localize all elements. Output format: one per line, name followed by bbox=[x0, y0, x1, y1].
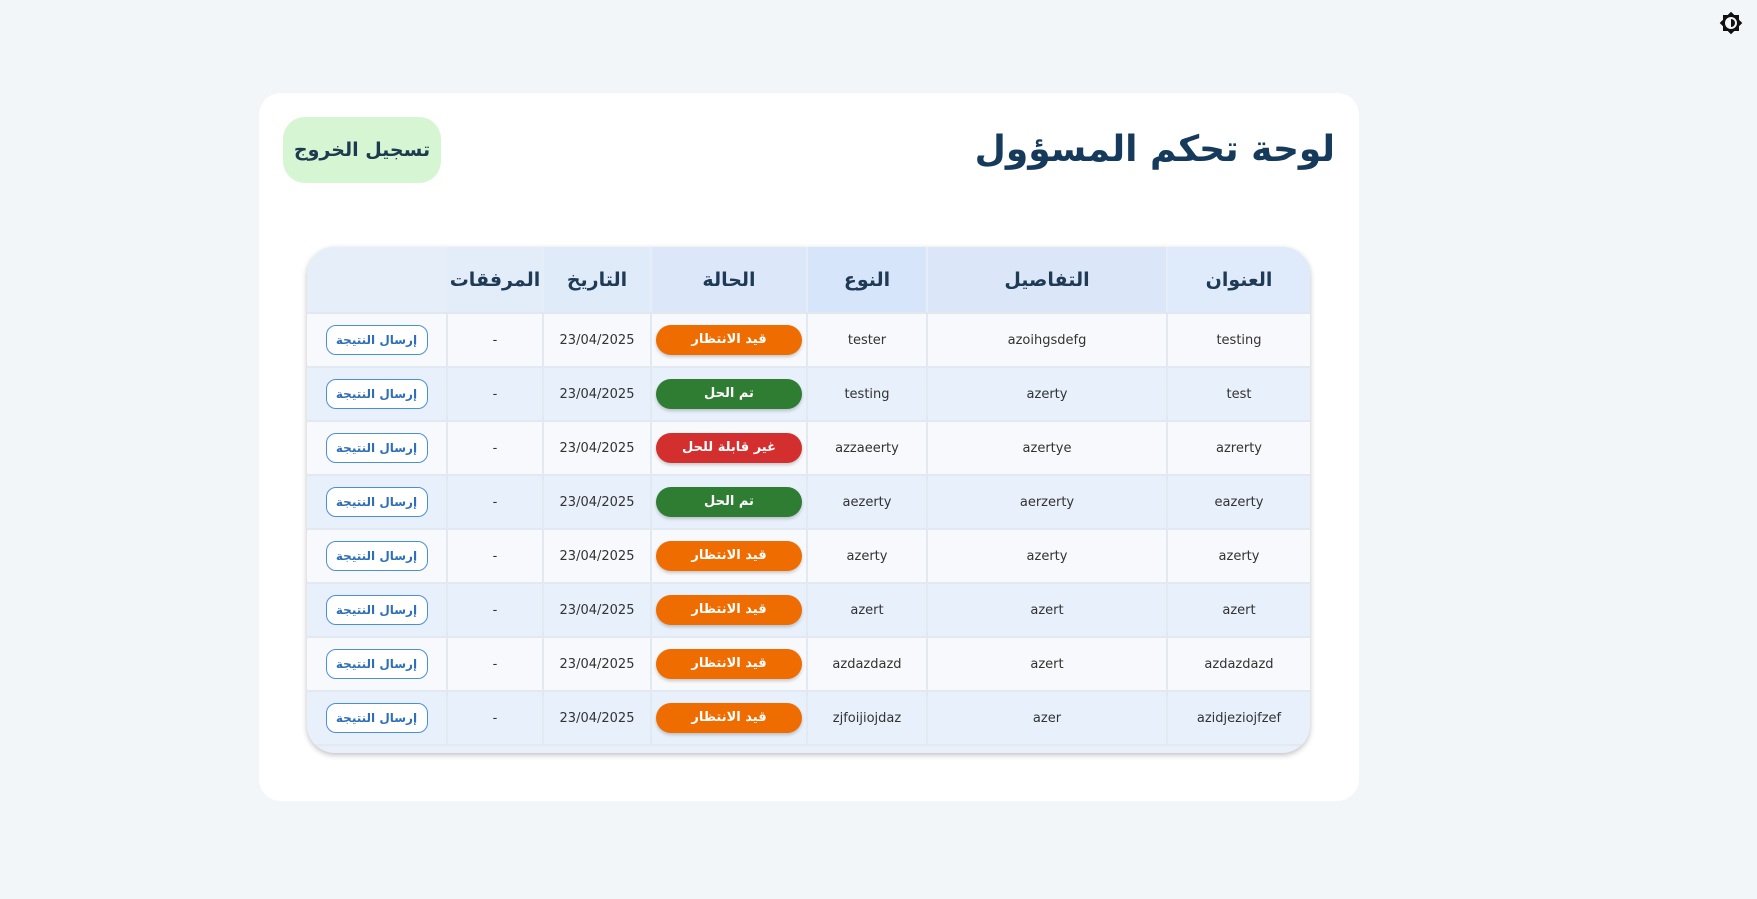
cell-action: إرسال النتيجة bbox=[307, 475, 447, 530]
table-row: testing azoihgsdefg tester قيد الانتظار … bbox=[307, 313, 1310, 368]
cell-status: قيد الانتظار bbox=[650, 583, 807, 638]
status-badge: قيد الانتظار bbox=[656, 325, 802, 355]
cell-attachments: - bbox=[446, 367, 543, 422]
theme-toggle-button[interactable] bbox=[1718, 10, 1744, 36]
cell-attachments: - bbox=[446, 691, 543, 746]
cell-details: azert bbox=[926, 637, 1167, 692]
cell-type: azert bbox=[806, 583, 927, 638]
table-row: azrerty azertye azzaeerty غير قابلة للحل… bbox=[307, 421, 1310, 476]
cell-details: azertye bbox=[926, 421, 1167, 476]
logout-button[interactable]: تسجيل الخروج bbox=[283, 117, 441, 183]
send-result-button[interactable]: إرسال النتيجة bbox=[325, 595, 428, 625]
cell-details: aerzerty bbox=[926, 475, 1167, 530]
cell-action: إرسال النتيجة bbox=[307, 583, 447, 638]
cell-details: azerty bbox=[926, 529, 1167, 584]
cell-title: test bbox=[1166, 367, 1310, 422]
table-body: testing azoihgsdefg tester قيد الانتظار … bbox=[307, 313, 1310, 746]
cell-title: azerty bbox=[1166, 529, 1310, 584]
cell-title: azert bbox=[1166, 583, 1310, 638]
brightness-icon bbox=[1719, 11, 1743, 35]
cell-action: إرسال النتيجة bbox=[307, 421, 447, 476]
status-badge: غير قابلة للحل bbox=[656, 433, 802, 463]
send-result-button[interactable]: إرسال النتيجة bbox=[325, 487, 428, 517]
table-row: eazerty aerzerty aezerty تم الحل 23/04/2… bbox=[307, 475, 1310, 530]
cell-date: 23/04/2025 bbox=[542, 691, 651, 746]
column-header-status: الحالة bbox=[650, 247, 807, 314]
cell-status: غير قابلة للحل bbox=[650, 421, 807, 476]
column-header-details: التفاصيل bbox=[926, 247, 1167, 314]
status-badge: قيد الانتظار bbox=[656, 595, 802, 625]
cell-title: testing bbox=[1166, 313, 1310, 368]
status-badge: تم الحل bbox=[656, 379, 802, 409]
cell-type: azerty bbox=[806, 529, 927, 584]
cell-action: إرسال النتيجة bbox=[307, 637, 447, 692]
status-badge: قيد الانتظار bbox=[656, 703, 802, 733]
cell-status: تم الحل bbox=[650, 367, 807, 422]
cell-attachments: - bbox=[446, 421, 543, 476]
status-badge: قيد الانتظار bbox=[656, 649, 802, 679]
cell-type: aezerty bbox=[806, 475, 927, 530]
cell-date: 23/04/2025 bbox=[542, 475, 651, 530]
cell-attachments: - bbox=[446, 583, 543, 638]
cell-action: إرسال النتيجة bbox=[307, 367, 447, 422]
column-header-attachments: المرفقات bbox=[446, 247, 543, 314]
cell-action: إرسال النتيجة bbox=[307, 529, 447, 584]
send-result-button[interactable]: إرسال النتيجة bbox=[325, 325, 428, 355]
cell-details: azert bbox=[926, 583, 1167, 638]
cell-type: azzaeerty bbox=[806, 421, 927, 476]
cell-type: azdazdazd bbox=[806, 637, 927, 692]
column-header-type: النوع bbox=[806, 247, 927, 314]
cell-date: 23/04/2025 bbox=[542, 313, 651, 368]
cell-date: 23/04/2025 bbox=[542, 529, 651, 584]
cell-details: azoihgsdefg bbox=[926, 313, 1167, 368]
status-badge: قيد الانتظار bbox=[656, 541, 802, 571]
cell-details: azerty bbox=[926, 367, 1167, 422]
cell-status: قيد الانتظار bbox=[650, 691, 807, 746]
table-row: azerty azerty azerty قيد الانتظار 23/04/… bbox=[307, 529, 1310, 584]
column-header-title: العنوان bbox=[1166, 247, 1310, 314]
cell-attachments: - bbox=[446, 475, 543, 530]
cell-title: azrerty bbox=[1166, 421, 1310, 476]
table-header-row: العنوان التفاصيل النوع الحالة التاريخ ال… bbox=[307, 247, 1310, 314]
cell-details: azer bbox=[926, 691, 1167, 746]
send-result-button[interactable]: إرسال النتيجة bbox=[325, 703, 428, 733]
send-result-button[interactable]: إرسال النتيجة bbox=[325, 649, 428, 679]
cell-title: azdazdazd bbox=[1166, 637, 1310, 692]
cell-date: 23/04/2025 bbox=[542, 637, 651, 692]
table-row: azert azert azert قيد الانتظار 23/04/202… bbox=[307, 583, 1310, 638]
reports-table-container: العنوان التفاصيل النوع الحالة التاريخ ال… bbox=[307, 247, 1310, 753]
cell-attachments: - bbox=[446, 529, 543, 584]
status-badge: تم الحل bbox=[656, 487, 802, 517]
cell-status: قيد الانتظار bbox=[650, 637, 807, 692]
reports-table: العنوان التفاصيل النوع الحالة التاريخ ال… bbox=[307, 247, 1310, 746]
cell-title: azidjeziojfzef bbox=[1166, 691, 1310, 746]
table-row: azidjeziojfzef azer zjfoijiojdaz قيد الا… bbox=[307, 691, 1310, 746]
column-header-date: التاريخ bbox=[542, 247, 651, 314]
table-row: test azerty testing تم الحل 23/04/2025 -… bbox=[307, 367, 1310, 422]
table-row: azdazdazd azert azdazdazd قيد الانتظار 2… bbox=[307, 637, 1310, 692]
cell-status: قيد الانتظار bbox=[650, 313, 807, 368]
dashboard-card: لوحة تحكم المسؤول تسجيل الخروج العنوان ا… bbox=[259, 93, 1359, 801]
send-result-button[interactable]: إرسال النتيجة bbox=[325, 541, 428, 571]
cell-type: tester bbox=[806, 313, 927, 368]
cell-action: إرسال النتيجة bbox=[307, 313, 447, 368]
cell-title: eazerty bbox=[1166, 475, 1310, 530]
cell-action: إرسال النتيجة bbox=[307, 691, 447, 746]
cell-date: 23/04/2025 bbox=[542, 367, 651, 422]
page-title: لوحة تحكم المسؤول bbox=[974, 129, 1335, 170]
cell-status: تم الحل bbox=[650, 475, 807, 530]
column-header-action bbox=[307, 247, 447, 314]
cell-attachments: - bbox=[446, 637, 543, 692]
cell-attachments: - bbox=[446, 313, 543, 368]
cell-type: testing bbox=[806, 367, 927, 422]
cell-date: 23/04/2025 bbox=[542, 583, 651, 638]
cell-status: قيد الانتظار bbox=[650, 529, 807, 584]
cell-type: zjfoijiojdaz bbox=[806, 691, 927, 746]
cell-date: 23/04/2025 bbox=[542, 421, 651, 476]
send-result-button[interactable]: إرسال النتيجة bbox=[325, 433, 428, 463]
send-result-button[interactable]: إرسال النتيجة bbox=[325, 379, 428, 409]
